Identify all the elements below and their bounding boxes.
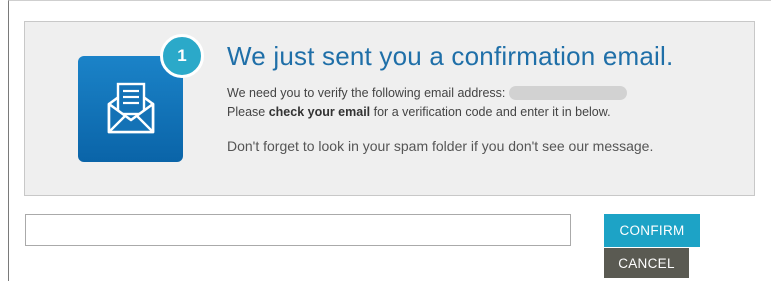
confirm-button[interactable]: CONFIRM bbox=[604, 214, 700, 247]
notice-title: We just sent you a confirmation email. bbox=[227, 41, 674, 71]
check-email-emphasis: check your email bbox=[268, 105, 371, 119]
check-prefix: Please bbox=[227, 105, 269, 119]
check-email-line: Please check your email for a verificati… bbox=[227, 105, 611, 119]
verify-email-line: We need you to verify the following emai… bbox=[227, 86, 628, 100]
check-suffix: for a verification code and enter it in … bbox=[370, 105, 611, 119]
step-badge: 1 bbox=[160, 34, 204, 78]
verify-text: We need you to verify the following emai… bbox=[227, 86, 506, 100]
cancel-button[interactable]: CANCEL bbox=[604, 248, 689, 278]
redacted-email bbox=[509, 86, 628, 100]
verification-code-input[interactable] bbox=[25, 214, 571, 246]
confirmation-notice-panel: 1 We just sent you a confirmation email.… bbox=[24, 21, 755, 196]
spam-folder-hint: Don't forget to look in your spam folder… bbox=[227, 138, 654, 154]
envelope-icon bbox=[107, 82, 155, 134]
